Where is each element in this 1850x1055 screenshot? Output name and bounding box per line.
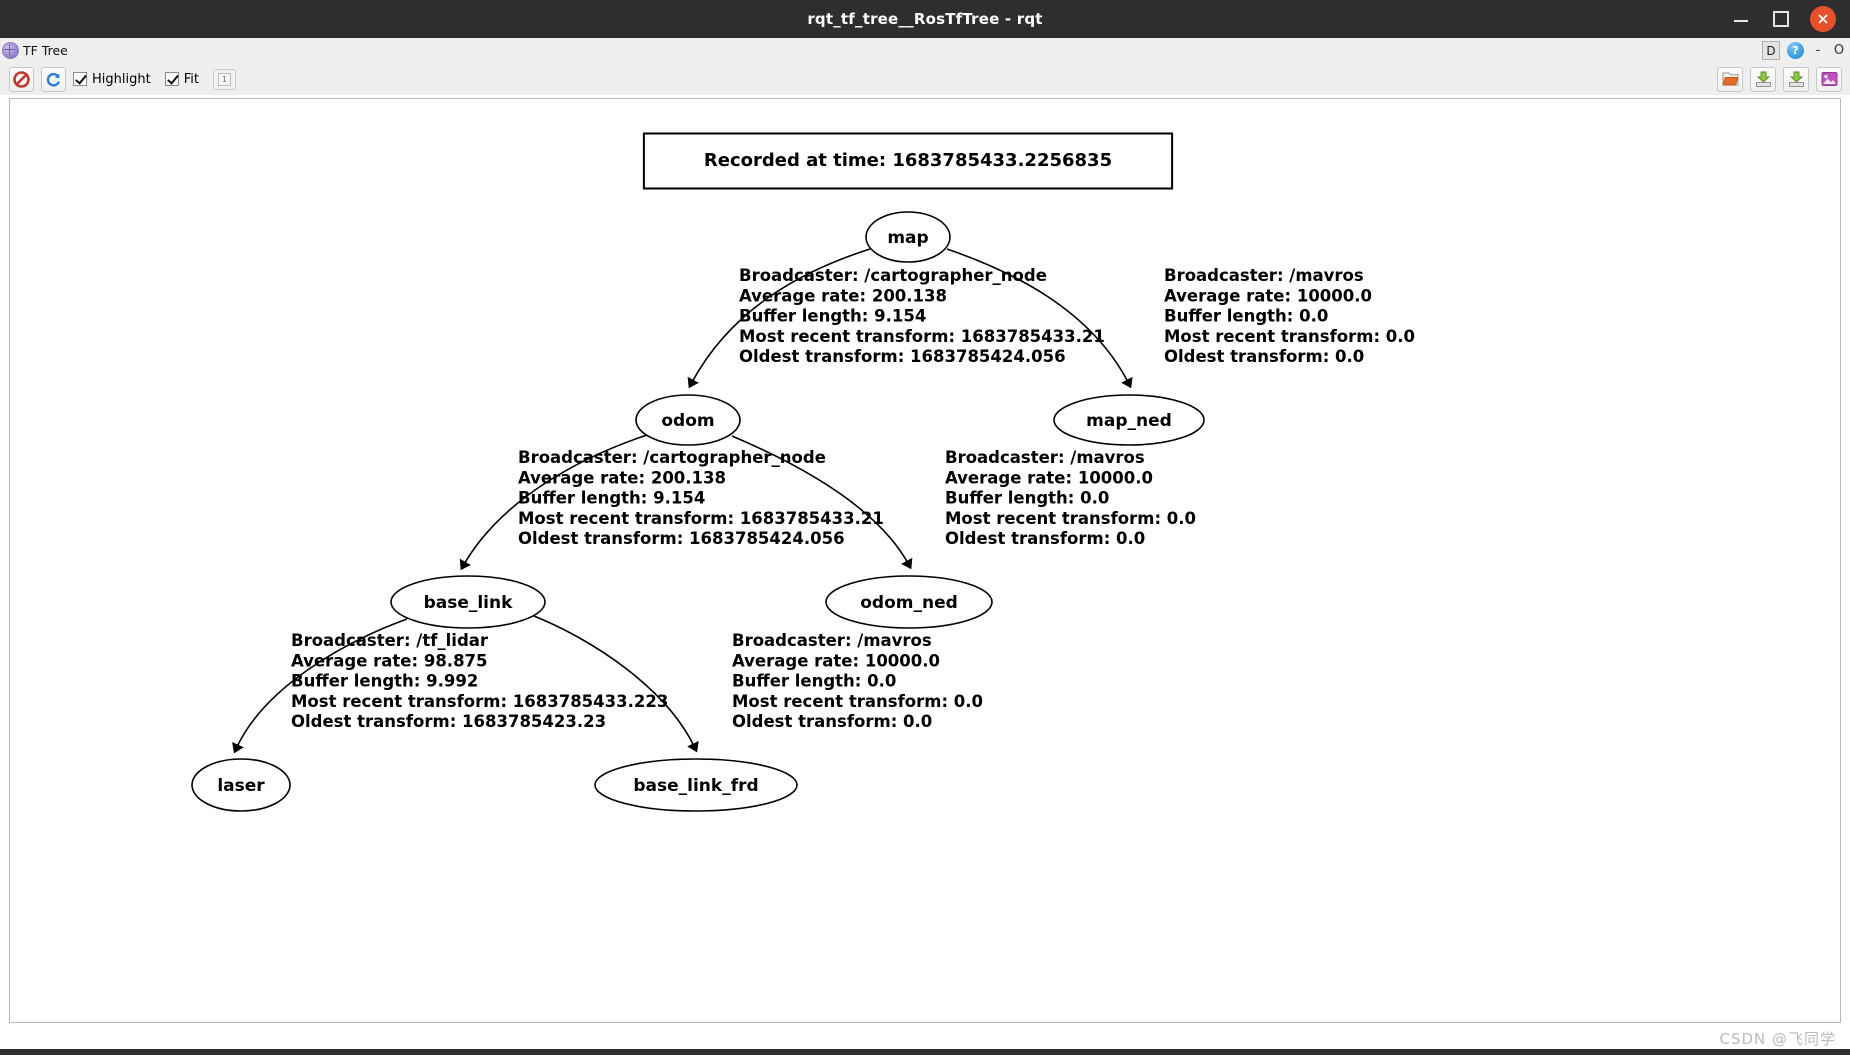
edge-label-line: Most recent transform: 0.0 [732,692,983,711]
edge-label-line: Broadcaster: /cartographer_node [739,266,1047,285]
fit-checkbox[interactable]: Fit [164,71,199,87]
bottom-strip [0,1049,1850,1055]
graph-node-map[interactable]: map [865,211,951,263]
stop-icon[interactable] [9,66,34,92]
minimize-icon[interactable] [1730,8,1752,30]
plugin-title: TF Tree [23,43,68,58]
edge-label-line: Oldest transform: 1683785424.056 [518,529,845,548]
fit-checkbox-box[interactable] [164,72,179,86]
node-label: base_link_frd [633,776,758,796]
help-icon[interactable]: ? [1787,42,1804,59]
edge-label-line: Oldest transform: 1683785424.056 [739,347,1066,366]
plugin-close-button[interactable]: O [1832,42,1846,59]
graph-node-odom_ned[interactable]: odom_ned [825,575,993,629]
quantity-stepper[interactable]: 1 [212,68,236,90]
edge-label-line: Oldest transform: 0.0 [945,529,1145,548]
tf-tree-icon [2,42,19,59]
edge-label-line: Buffer length: 9.154 [739,307,926,326]
plugin-title-group: TF Tree [0,42,68,59]
edge-label-line: Most recent transform: 1683785433.21 [518,509,884,528]
edge-label-line: Oldest transform: 1683785423.23 [291,712,606,731]
window-title: rqt_tf_tree__RosTfTree - rqt [807,10,1043,28]
graph-edge[interactable]: Broadcaster: /cartographer_node Average r… [459,434,884,571]
node-label: odom [661,411,714,431]
edge-label: Broadcaster: /mavros Average rate: 10000.… [1164,266,1415,366]
graph-edge[interactable]: Broadcaster: /cartographer_node Average r… [687,248,1105,389]
edge-label-line: Most recent transform: 1683785433.223 [291,692,668,711]
graph-node-base_link[interactable]: base_link [390,575,546,629]
edge-label: Broadcaster: /tf_lidar Average rate: 98.8… [291,631,668,731]
plugin-header: TF Tree D ? - O [0,38,1850,63]
edge-label-line: Buffer length: 9.992 [291,672,478,691]
highlight-checkbox-box[interactable] [73,72,87,86]
graph-edges-layer: Broadcaster: /cartographer_node Average r… [232,248,1415,754]
refresh-icon[interactable] [41,66,66,92]
image-icon[interactable] [1816,66,1842,92]
edge-label-line: Average rate: 10000.0 [1164,286,1372,305]
dock-button[interactable]: D [1762,41,1780,60]
rqt-main-window: rqt_tf_tree__RosTfTree - rqt TF Tree D ?… [0,0,1850,1055]
graph-node-map_ned[interactable]: map_ned [1053,394,1205,446]
edge-label-line: Broadcaster: /mavros [1164,266,1364,285]
banner-label: Recorded at time: 1683785433.2256835 [704,150,1112,171]
edge-label-line: Average rate: 200.138 [518,468,726,487]
edge-label-line: Broadcaster: /mavros [945,448,1145,467]
recorded-at-time-banner: Recorded at time: 1683785433.2256835 [642,132,1174,190]
edge-label: Broadcaster: /cartographer_node Average r… [518,448,884,548]
edge-label-line: Average rate: 200.138 [739,286,947,305]
edge-label-line: Broadcaster: /mavros [732,631,932,650]
highlight-checkbox-label: Highlight [92,71,151,87]
edge-label-line: Oldest transform: 0.0 [732,712,932,731]
window-controls [1730,0,1842,38]
window-titlebar: rqt_tf_tree__RosTfTree - rqt [0,0,1850,38]
edge-label: Broadcaster: /cartographer_node Average r… [739,266,1105,366]
tf-graph-svg: Recorded at time: 1683785433.2256835 Bro… [191,132,1415,812]
edge-label-line: Most recent transform: 0.0 [1164,327,1415,346]
maximize-icon[interactable] [1770,8,1792,30]
graph-edge[interactable]: Broadcaster: /tf_lidar Average rate: 98.8… [232,618,668,754]
graph-node-base_link_frd[interactable]: base_link_frd [594,758,798,812]
highlight-checkbox[interactable]: Highlight [73,72,151,87]
edge-label-line: Buffer length: 0.0 [1164,307,1328,326]
node-label: base_link [424,593,514,613]
save-svg-icon[interactable] [1783,66,1809,92]
save-dot-icon[interactable] [1750,66,1776,92]
edge-label-line: Most recent transform: 1683785433.21 [739,327,1105,346]
edge-label-line: Oldest transform: 0.0 [1164,347,1364,366]
plugin-header-buttons: D ? - O [1762,38,1846,63]
edge-label: Broadcaster: /mavros Average rate: 10000.… [732,631,983,731]
edge-label-line: Average rate: 10000.0 [732,651,940,670]
edge-label-line: Most recent transform: 0.0 [945,509,1196,528]
node-label: map_ned [1086,411,1172,431]
node-label: odom_ned [860,593,958,613]
edge-label-line: Buffer length: 9.154 [518,489,705,508]
tf-graph-canvas[interactable]: Recorded at time: 1683785433.2256835 Bro… [9,98,1841,1023]
csdn-watermark: CSDN @飞同学 [1719,1030,1836,1048]
float-button[interactable]: - [1811,42,1825,59]
edge-label-line: Buffer length: 0.0 [945,489,1109,508]
folder-icon[interactable] [1717,66,1743,92]
node-label: map [887,228,928,248]
quantity-stepper-value: 1 [217,72,231,86]
edge-label-line: Average rate: 98.875 [291,651,488,670]
graph-node-odom[interactable]: odom [635,394,741,446]
graph-node-laser[interactable]: laser [191,758,291,812]
edge-label-line: Broadcaster: /tf_lidar [291,631,489,650]
edge-label: Broadcaster: /mavros Average rate: 10000.… [945,448,1196,548]
close-icon[interactable] [1810,6,1836,32]
toolbar-right-buttons [1717,63,1842,95]
edge-label-line: Average rate: 10000.0 [945,468,1153,487]
edge-label-line: Buffer length: 0.0 [732,672,896,691]
fit-checkbox-label: Fit [183,71,199,87]
graph-toolbar: Highlight Fit 1 [0,63,1850,95]
node-label: laser [217,776,265,796]
